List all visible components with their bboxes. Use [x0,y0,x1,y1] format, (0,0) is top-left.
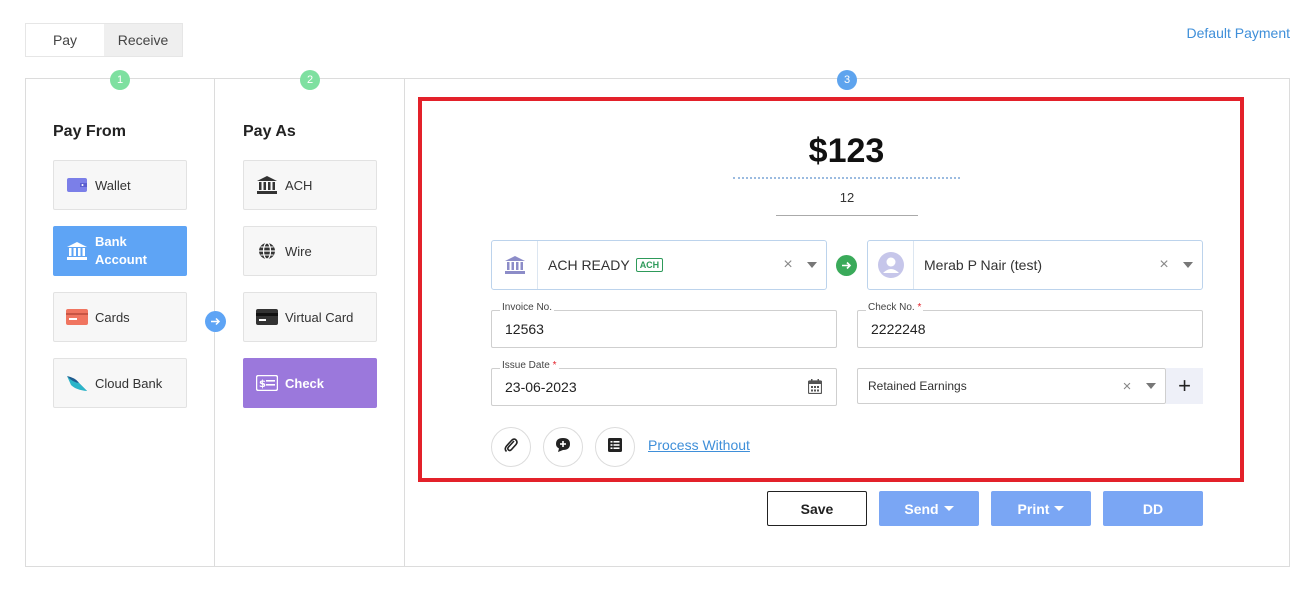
svg-text:$: $ [259,379,266,390]
card-icon [66,308,88,326]
caret-down-icon [943,506,954,511]
pay-from-wallet[interactable]: Wallet [53,160,187,210]
step-3-marker: 3 [837,70,857,90]
invoice-no-value: 12563 [505,321,544,337]
step-1-marker: 1 [110,70,130,90]
calendar-icon[interactable] [807,379,823,399]
from-account-label: ACH READY [548,257,630,273]
paperclip-icon [504,437,518,458]
amount-display[interactable]: $123 [733,132,960,171]
send-button-label: Send [904,500,939,517]
pay-receive-toggle: Pay Receive [25,23,183,57]
clear-icon[interactable]: × [1117,378,1137,395]
attach-button[interactable] [491,427,531,467]
pay-from-cloud-bank[interactable]: Cloud Bank [53,358,187,408]
payee-label: Merab P Nair (test) [924,257,1042,273]
check-no-label-wrap: Check No. * [866,302,924,313]
pay-as-ach[interactable]: ACH [243,160,377,210]
check-no-field[interactable]: Check No. * 2222248 [857,302,1203,348]
bank-icon [492,241,538,289]
pay-from-bank-account[interactable]: Bank Account [53,226,187,276]
gl-account-select[interactable]: Retained Earnings × [857,368,1166,404]
caret-down-icon [1054,506,1065,511]
cloud-bank-icon [66,374,88,392]
ach-badge: ACH [635,258,664,272]
pay-as-wire[interactable]: Wire [243,226,377,276]
memo-field[interactable]: 12 [776,190,918,205]
payee-select[interactable]: Merab P Nair (test) × [867,240,1203,290]
step-2-marker: 2 [300,70,320,90]
pay-as-ach-label: ACH [285,177,313,193]
pay-from-title: Pay From [53,123,126,140]
clear-icon[interactable]: × [1154,256,1174,274]
details-list-button[interactable] [595,427,635,467]
pay-from-cloud-bank-label: Cloud Bank [95,375,163,391]
print-button[interactable]: Print [991,491,1091,526]
pay-as-virtual-card-label: Virtual Card [285,309,354,325]
tab-receive[interactable]: Receive [104,24,182,56]
dd-button[interactable]: DD [1103,491,1203,526]
chevron-down-icon[interactable] [1137,383,1165,389]
default-payment-link[interactable]: Default Payment [1187,25,1291,41]
arrow-right-icon [836,255,857,276]
save-button[interactable]: Save [767,491,867,526]
chevron-down-icon[interactable] [798,262,826,268]
pay-as-wire-label: Wire [285,243,312,259]
credit-card-icon [256,308,278,326]
gl-account-value: Retained Earnings [868,379,967,393]
amount-underline [733,177,960,179]
add-comment-button[interactable] [543,427,583,467]
chevron-down-icon[interactable] [1174,262,1202,268]
check-no-value: 2222248 [871,321,926,337]
clear-icon[interactable]: × [778,256,798,274]
pay-as-check-label: Check [285,375,325,391]
send-button[interactable]: Send [879,491,979,526]
pay-as-title: Pay As [243,123,296,140]
required-marker: * [917,302,922,313]
globe-icon [256,242,278,260]
process-without-link[interactable]: Process Without [648,437,750,453]
required-marker: * [552,360,557,371]
pay-from-cards-label: Cards [95,309,130,325]
arrow-right-icon [205,311,226,332]
user-avatar-icon [868,241,914,289]
comment-plus-icon [555,437,571,458]
print-button-label: Print [1017,500,1050,517]
issue-date-value: 23-06-2023 [505,379,577,395]
bank-icon [66,242,88,260]
tab-pay[interactable]: Pay [26,24,104,56]
save-button-label: Save [800,500,834,517]
check-icon: $ [256,374,278,392]
pay-from-cards[interactable]: Cards [53,292,187,342]
issue-date-label: Issue Date [502,360,550,371]
pay-from-wallet-label: Wallet [95,177,131,193]
invoice-no-field[interactable]: Invoice No. 12563 [491,302,837,348]
pay-from-bank-account-label: Bank Account [95,234,147,267]
pay-as-virtual-card[interactable]: Virtual Card [243,292,377,342]
wallet-icon [66,176,88,194]
check-no-label: Check No. [868,302,915,313]
issue-date-label-wrap: Issue Date * [500,360,559,371]
bank-icon [256,176,278,194]
from-account-select[interactable]: ACH READY ACH × [491,240,827,290]
issue-date-field[interactable]: Issue Date * 23-06-2023 [491,360,837,406]
add-account-button[interactable]: + [1166,368,1203,404]
pay-as-check[interactable]: $ Check [243,358,377,408]
dd-button-label: DD [1142,500,1164,517]
list-icon [608,437,622,457]
invoice-no-label: Invoice No. [500,302,555,313]
memo-underline [776,215,918,216]
